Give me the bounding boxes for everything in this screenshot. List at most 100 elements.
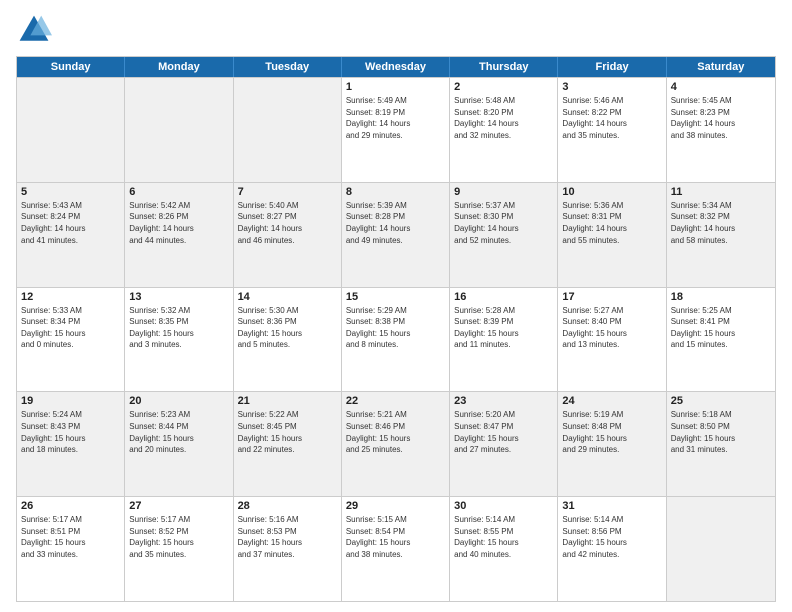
day-number: 29 xyxy=(346,500,445,512)
header-day-monday: Monday xyxy=(125,57,233,77)
cal-cell-empty xyxy=(125,78,233,182)
day-number: 13 xyxy=(129,291,228,303)
cal-cell-14: 14 Sunrise: 5:30 AM Sunset: 8:36 PM Dayli… xyxy=(234,288,342,392)
cal-cell-13: 13 Sunrise: 5:32 AM Sunset: 8:35 PM Dayli… xyxy=(125,288,233,392)
header-day-saturday: Saturday xyxy=(667,57,775,77)
cal-row-5: 26 Sunrise: 5:17 AM Sunset: 8:51 PM Dayli… xyxy=(17,496,775,601)
header-day-sunday: Sunday xyxy=(17,57,125,77)
day-number: 30 xyxy=(454,500,553,512)
cal-cell-2: 2Sunrise: 5:48 AM Sunset: 8:20 PM Daylig… xyxy=(450,78,558,182)
day-number: 27 xyxy=(129,500,228,512)
header-day-friday: Friday xyxy=(558,57,666,77)
cal-cell-29: 29 Sunrise: 5:15 AM Sunset: 8:54 PM Dayli… xyxy=(342,497,450,601)
day-info: Sunrise: 5:29 AM Sunset: 8:38 PM Dayligh… xyxy=(346,305,445,351)
day-info: Sunrise: 5:45 AM Sunset: 8:23 PM Dayligh… xyxy=(671,95,771,141)
cal-cell-16: 16 Sunrise: 5:28 AM Sunset: 8:39 PM Dayli… xyxy=(450,288,558,392)
day-info: Sunrise: 5:32 AM Sunset: 8:35 PM Dayligh… xyxy=(129,305,228,351)
day-info: Sunrise: 5:27 AM Sunset: 8:40 PM Dayligh… xyxy=(562,305,661,351)
day-info: Sunrise: 5:22 AM Sunset: 8:45 PM Dayligh… xyxy=(238,409,337,455)
header xyxy=(16,12,776,48)
cal-cell-21: 21 Sunrise: 5:22 AM Sunset: 8:45 PM Dayli… xyxy=(234,392,342,496)
day-number: 24 xyxy=(562,395,661,407)
day-info: Sunrise: 5:28 AM Sunset: 8:39 PM Dayligh… xyxy=(454,305,553,351)
day-number: 12 xyxy=(21,291,120,303)
logo-icon xyxy=(16,12,52,48)
day-number: 21 xyxy=(238,395,337,407)
day-number: 5 xyxy=(21,186,120,198)
day-info: Sunrise: 5:18 AM Sunset: 8:50 PM Dayligh… xyxy=(671,409,771,455)
day-number: 14 xyxy=(238,291,337,303)
day-number: 7 xyxy=(238,186,337,198)
cal-cell-30: 30 Sunrise: 5:14 AM Sunset: 8:55 PM Dayli… xyxy=(450,497,558,601)
logo xyxy=(16,12,56,48)
cal-cell-empty xyxy=(234,78,342,182)
day-info: Sunrise: 5:17 AM Sunset: 8:52 PM Dayligh… xyxy=(129,514,228,560)
day-info: Sunrise: 5:40 AM Sunset: 8:27 PM Dayligh… xyxy=(238,200,337,246)
day-number: 19 xyxy=(21,395,120,407)
day-info: Sunrise: 5:36 AM Sunset: 8:31 PM Dayligh… xyxy=(562,200,661,246)
day-info: Sunrise: 5:17 AM Sunset: 8:51 PM Dayligh… xyxy=(21,514,120,560)
cal-cell-19: 19 Sunrise: 5:24 AM Sunset: 8:43 PM Dayli… xyxy=(17,392,125,496)
cal-cell-12: 12 Sunrise: 5:33 AM Sunset: 8:34 PM Dayli… xyxy=(17,288,125,392)
day-number: 20 xyxy=(129,395,228,407)
day-info: Sunrise: 5:14 AM Sunset: 8:55 PM Dayligh… xyxy=(454,514,553,560)
cal-cell-5: 5 Sunrise: 5:43 AM Sunset: 8:24 PM Daylig… xyxy=(17,183,125,287)
day-number: 15 xyxy=(346,291,445,303)
day-number: 26 xyxy=(21,500,120,512)
day-info: Sunrise: 5:20 AM Sunset: 8:47 PM Dayligh… xyxy=(454,409,553,455)
day-number: 31 xyxy=(562,500,661,512)
cal-row-4: 19 Sunrise: 5:24 AM Sunset: 8:43 PM Dayli… xyxy=(17,391,775,496)
day-number: 6 xyxy=(129,186,228,198)
cal-cell-11: 11 Sunrise: 5:34 AM Sunset: 8:32 PM Dayli… xyxy=(667,183,775,287)
cal-cell-23: 23 Sunrise: 5:20 AM Sunset: 8:47 PM Dayli… xyxy=(450,392,558,496)
day-info: Sunrise: 5:42 AM Sunset: 8:26 PM Dayligh… xyxy=(129,200,228,246)
day-info: Sunrise: 5:24 AM Sunset: 8:43 PM Dayligh… xyxy=(21,409,120,455)
header-day-thursday: Thursday xyxy=(450,57,558,77)
cal-cell-4: 4 Sunrise: 5:45 AM Sunset: 8:23 PM Daylig… xyxy=(667,78,775,182)
cal-cell-10: 10 Sunrise: 5:36 AM Sunset: 8:31 PM Dayli… xyxy=(558,183,666,287)
cal-row-3: 12 Sunrise: 5:33 AM Sunset: 8:34 PM Dayli… xyxy=(17,287,775,392)
day-number: 11 xyxy=(671,186,771,198)
day-info: Sunrise: 5:23 AM Sunset: 8:44 PM Dayligh… xyxy=(129,409,228,455)
day-info: Sunrise: 5:19 AM Sunset: 8:48 PM Dayligh… xyxy=(562,409,661,455)
cal-cell-31: 31 Sunrise: 5:14 AM Sunset: 8:56 PM Dayli… xyxy=(558,497,666,601)
cal-cell-26: 26 Sunrise: 5:17 AM Sunset: 8:51 PM Dayli… xyxy=(17,497,125,601)
day-info: Sunrise: 5:43 AM Sunset: 8:24 PM Dayligh… xyxy=(21,200,120,246)
day-info: Sunrise: 5:15 AM Sunset: 8:54 PM Dayligh… xyxy=(346,514,445,560)
cal-cell-8: 8Sunrise: 5:39 AM Sunset: 8:28 PM Daylig… xyxy=(342,183,450,287)
calendar-header: SundayMondayTuesdayWednesdayThursdayFrid… xyxy=(17,57,775,77)
day-number: 16 xyxy=(454,291,553,303)
cal-cell-25: 25 Sunrise: 5:18 AM Sunset: 8:50 PM Dayli… xyxy=(667,392,775,496)
cal-cell-24: 24 Sunrise: 5:19 AM Sunset: 8:48 PM Dayli… xyxy=(558,392,666,496)
cal-cell-27: 27 Sunrise: 5:17 AM Sunset: 8:52 PM Dayli… xyxy=(125,497,233,601)
day-info: Sunrise: 5:34 AM Sunset: 8:32 PM Dayligh… xyxy=(671,200,771,246)
day-number: 18 xyxy=(671,291,771,303)
cal-cell-17: 17Sunrise: 5:27 AM Sunset: 8:40 PM Dayli… xyxy=(558,288,666,392)
day-info: Sunrise: 5:46 AM Sunset: 8:22 PM Dayligh… xyxy=(562,95,661,141)
day-info: Sunrise: 5:14 AM Sunset: 8:56 PM Dayligh… xyxy=(562,514,661,560)
day-number: 23 xyxy=(454,395,553,407)
cal-cell-empty xyxy=(17,78,125,182)
cal-cell-18: 18Sunrise: 5:25 AM Sunset: 8:41 PM Dayli… xyxy=(667,288,775,392)
day-number: 4 xyxy=(671,81,771,93)
day-info: Sunrise: 5:49 AM Sunset: 8:19 PM Dayligh… xyxy=(346,95,445,141)
page: SundayMondayTuesdayWednesdayThursdayFrid… xyxy=(0,0,792,612)
day-info: Sunrise: 5:33 AM Sunset: 8:34 PM Dayligh… xyxy=(21,305,120,351)
day-number: 10 xyxy=(562,186,661,198)
cal-cell-1: 1Sunrise: 5:49 AM Sunset: 8:19 PM Daylig… xyxy=(342,78,450,182)
day-info: Sunrise: 5:21 AM Sunset: 8:46 PM Dayligh… xyxy=(346,409,445,455)
cal-cell-15: 15 Sunrise: 5:29 AM Sunset: 8:38 PM Dayli… xyxy=(342,288,450,392)
calendar-body: 1Sunrise: 5:49 AM Sunset: 8:19 PM Daylig… xyxy=(17,77,775,601)
day-number: 2 xyxy=(454,81,553,93)
day-number: 25 xyxy=(671,395,771,407)
day-number: 28 xyxy=(238,500,337,512)
day-info: Sunrise: 5:39 AM Sunset: 8:28 PM Dayligh… xyxy=(346,200,445,246)
day-info: Sunrise: 5:37 AM Sunset: 8:30 PM Dayligh… xyxy=(454,200,553,246)
cal-row-2: 5 Sunrise: 5:43 AM Sunset: 8:24 PM Daylig… xyxy=(17,182,775,287)
day-number: 22 xyxy=(346,395,445,407)
cal-cell-7: 7 Sunrise: 5:40 AM Sunset: 8:27 PM Daylig… xyxy=(234,183,342,287)
day-info: Sunrise: 5:30 AM Sunset: 8:36 PM Dayligh… xyxy=(238,305,337,351)
day-number: 9 xyxy=(454,186,553,198)
cal-row-1: 1Sunrise: 5:49 AM Sunset: 8:19 PM Daylig… xyxy=(17,77,775,182)
cal-cell-6: 6 Sunrise: 5:42 AM Sunset: 8:26 PM Daylig… xyxy=(125,183,233,287)
